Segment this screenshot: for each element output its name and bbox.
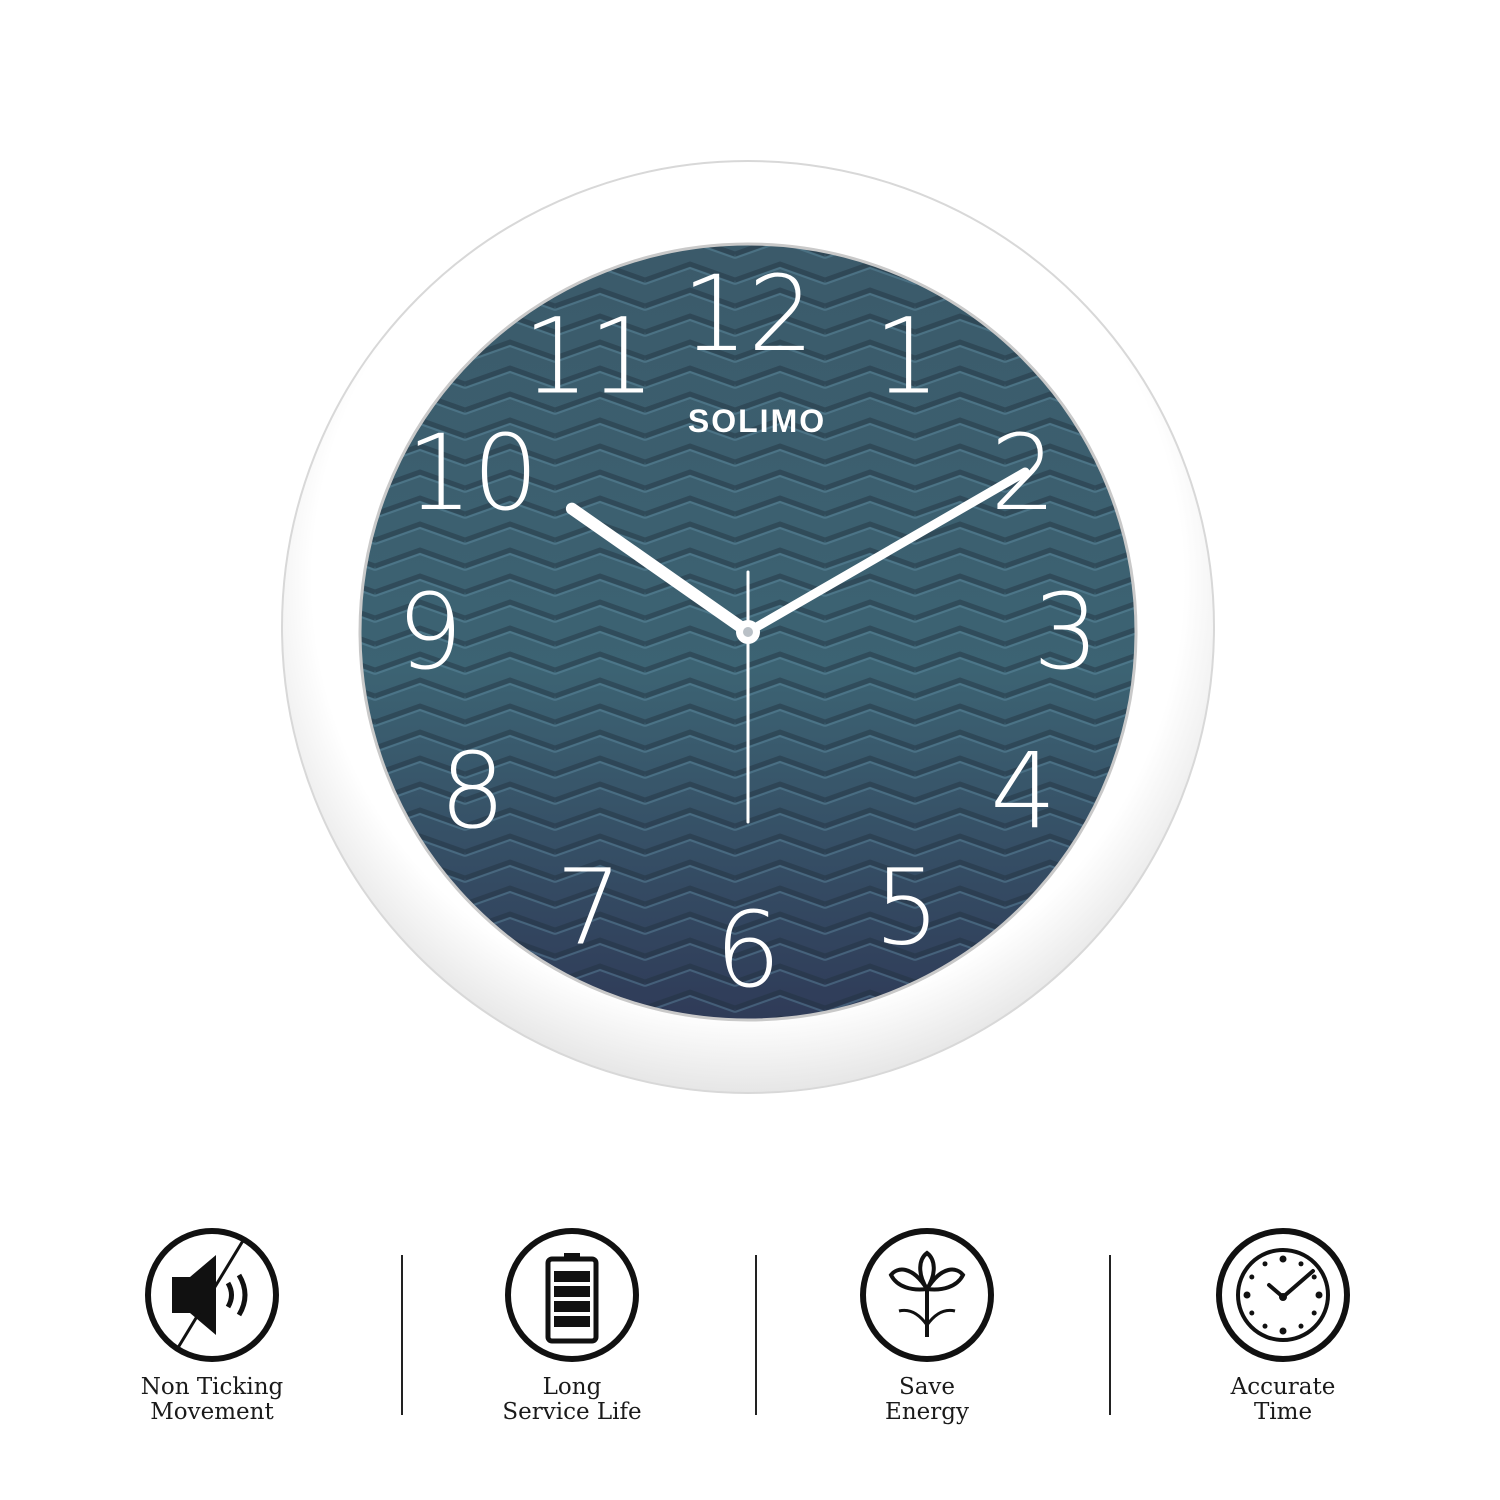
wall-clock: SOLIMO 12 1234567891011 <box>281 160 1215 1094</box>
divider <box>755 1255 757 1415</box>
feature-label-line1: Save <box>898 1374 956 1400</box>
feature-label-line1: Long <box>542 1374 602 1400</box>
numeral-1: 1 <box>874 296 940 418</box>
tick-mark <box>1279 1327 1287 1335</box>
tick-mark <box>1311 1274 1317 1280</box>
tick-mark <box>1249 1310 1255 1316</box>
tick-mark <box>1279 1255 1287 1263</box>
tick-mark <box>1262 1261 1268 1267</box>
feature-label-line2: Energy <box>885 1399 969 1425</box>
numeral-10: 10 <box>406 412 538 534</box>
energy-icon <box>860 1228 994 1362</box>
divider <box>401 1255 403 1415</box>
tick-mark <box>1243 1291 1251 1299</box>
feature-non-ticking: Non Ticking Movement <box>92 1225 332 1425</box>
feature-label-line1: Accurate <box>1230 1374 1336 1400</box>
feature-accurate-time: Accurate Time <box>1163 1225 1403 1425</box>
numeral-3: 3 <box>1033 571 1099 693</box>
feature-save-energy: Save Energy <box>807 1225 1047 1425</box>
feature-label-line1: Non Ticking <box>140 1374 284 1400</box>
numeral-7: 7 <box>556 846 622 968</box>
battery-icon <box>505 1228 639 1362</box>
feature-label-line2: Service Life <box>502 1399 642 1425</box>
numeral-6: 6 <box>715 889 781 1011</box>
divider <box>1109 1255 1111 1415</box>
feature-long-life: Long Service Life <box>452 1225 692 1425</box>
numeral-8: 8 <box>440 730 506 852</box>
tick-mark <box>1298 1261 1304 1267</box>
numeral-12: 12 <box>682 253 814 375</box>
tick-mark <box>1311 1310 1317 1316</box>
brand-logo: SOLIMO <box>688 403 826 439</box>
speaker-muted-icon <box>145 1228 279 1362</box>
clock-icon <box>1216 1228 1350 1362</box>
tick-mark <box>1249 1274 1255 1280</box>
numeral-4: 4 <box>990 730 1056 852</box>
tick-mark <box>1298 1323 1304 1329</box>
numeral-5: 5 <box>874 846 940 968</box>
feature-row: Non Ticking Movement Long Service Life S… <box>0 1225 1500 1445</box>
tick-mark <box>1315 1291 1323 1299</box>
numeral-9: 9 <box>397 571 463 693</box>
center-cap <box>743 627 753 637</box>
tick-mark <box>1262 1323 1268 1329</box>
feature-label-line2: Time <box>1253 1399 1313 1425</box>
numeral-11: 11 <box>523 296 655 418</box>
feature-label-line2: Movement <box>150 1399 274 1425</box>
